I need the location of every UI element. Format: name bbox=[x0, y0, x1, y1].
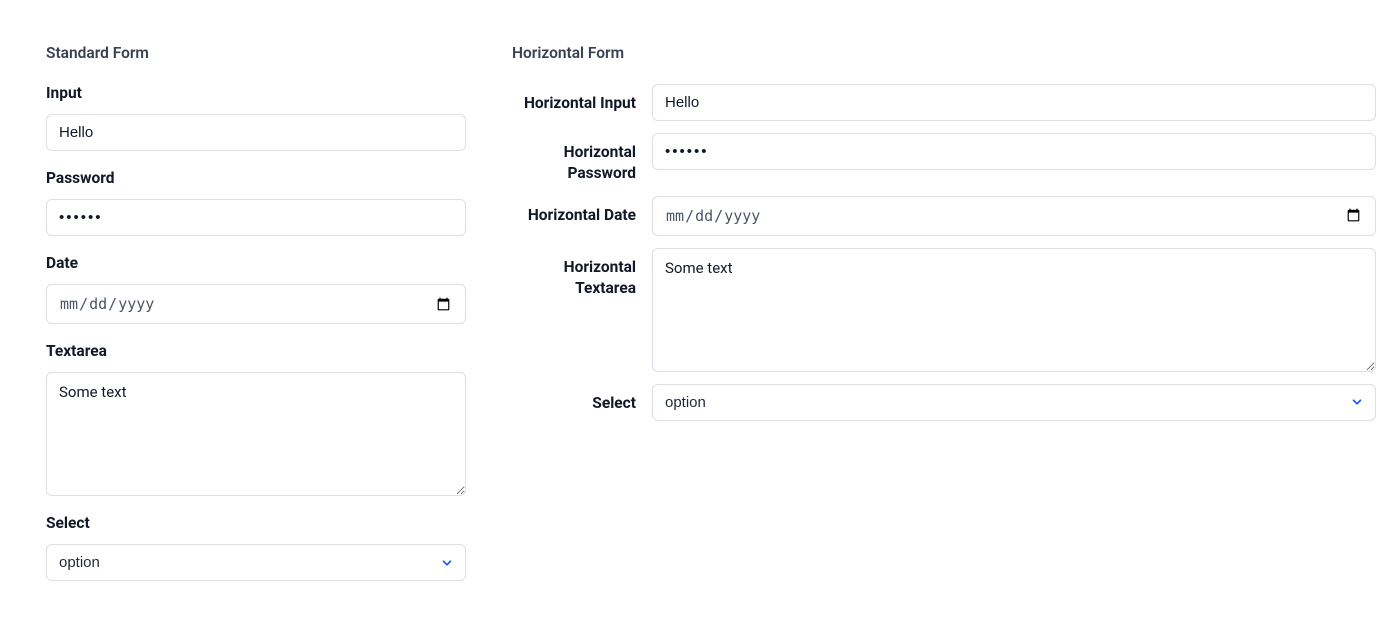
label-date: Date bbox=[46, 254, 466, 272]
h-input-password[interactable] bbox=[652, 133, 1376, 170]
input-date[interactable] bbox=[46, 284, 466, 324]
input-textarea[interactable]: Some text bbox=[46, 372, 466, 496]
row-h-select: Select option bbox=[512, 384, 1376, 421]
fg-input: Input bbox=[46, 84, 466, 151]
label-h-textarea: Horizontal Textarea bbox=[512, 248, 652, 299]
input-password[interactable] bbox=[46, 199, 466, 236]
h-input-select[interactable]: option bbox=[652, 384, 1376, 421]
standard-form: Standard Form Input Password Date Textar… bbox=[46, 44, 466, 621]
h-input-date[interactable] bbox=[652, 196, 1376, 236]
horizontal-form-title: Horizontal Form bbox=[512, 44, 1376, 62]
label-h-date: Horizontal Date bbox=[512, 196, 652, 226]
label-input: Input bbox=[46, 84, 466, 102]
label-password: Password bbox=[46, 169, 466, 187]
label-textarea: Textarea bbox=[46, 342, 466, 360]
fg-password: Password bbox=[46, 169, 466, 236]
label-h-input: Horizontal Input bbox=[512, 84, 652, 114]
fg-select: Select option bbox=[46, 514, 466, 581]
standard-form-title: Standard Form bbox=[46, 44, 466, 62]
fg-textarea: Textarea Some text bbox=[46, 342, 466, 496]
row-h-password: Horizontal Password bbox=[512, 133, 1376, 184]
input-text[interactable] bbox=[46, 114, 466, 151]
h-input-text[interactable] bbox=[652, 84, 1376, 121]
row-h-textarea: Horizontal Textarea Some text bbox=[512, 248, 1376, 372]
row-h-input: Horizontal Input bbox=[512, 84, 1376, 121]
row-h-date: Horizontal Date bbox=[512, 196, 1376, 236]
label-h-password: Horizontal Password bbox=[512, 133, 652, 184]
h-input-textarea[interactable]: Some text bbox=[652, 248, 1376, 372]
horizontal-form: Horizontal Form Horizontal Input Horizon… bbox=[512, 44, 1376, 621]
fg-date: Date bbox=[46, 254, 466, 324]
label-select: Select bbox=[46, 514, 466, 532]
label-h-select: Select bbox=[512, 384, 652, 414]
input-select[interactable]: option bbox=[46, 544, 466, 581]
